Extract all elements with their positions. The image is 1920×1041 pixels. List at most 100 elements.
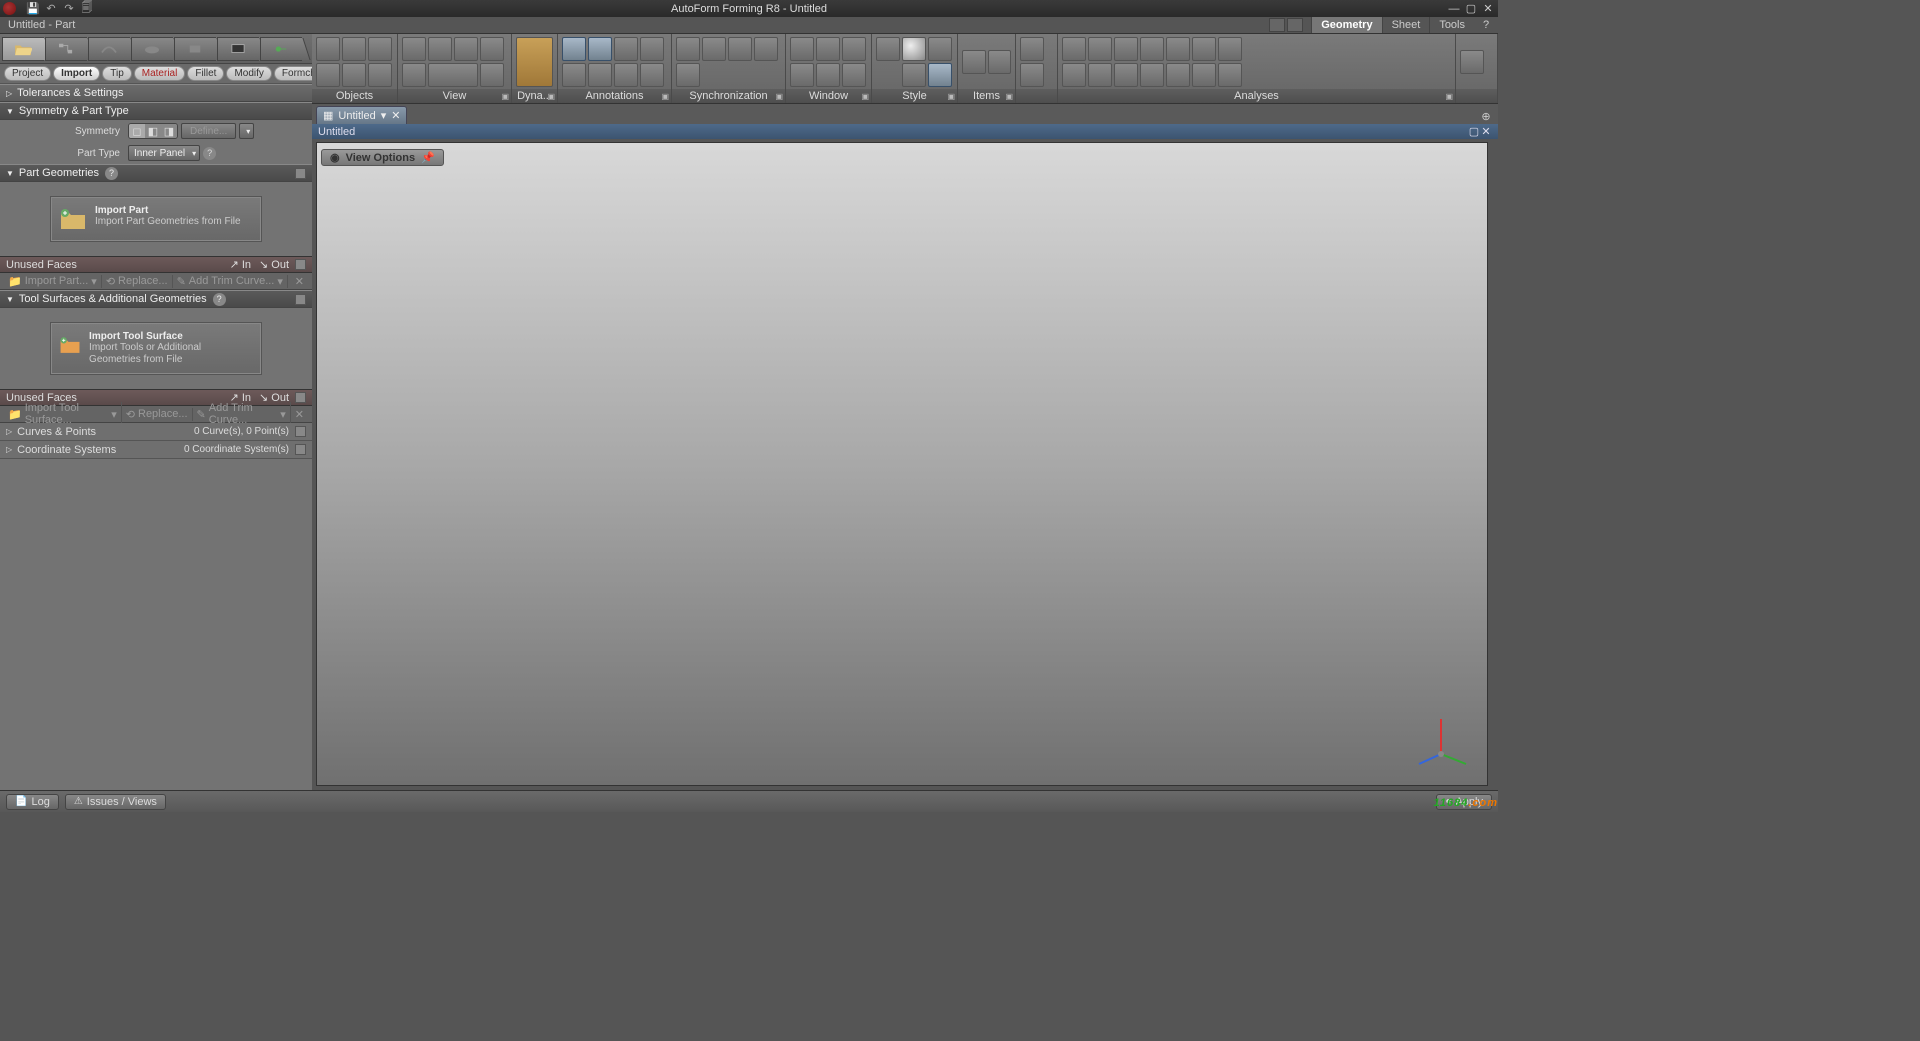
annot-f-icon[interactable] — [588, 63, 612, 87]
symmetry-dropdown[interactable] — [239, 123, 254, 139]
section-tool-surfaces[interactable]: ▼ Tool Surfaces & Additional Geometries … — [0, 290, 312, 308]
annot-d-icon[interactable] — [640, 37, 664, 61]
expand-icon[interactable]: ▣ — [1445, 92, 1453, 101]
define-button[interactable]: Define... — [181, 123, 236, 139]
viewport-close-icon[interactable]: ✕ — [1480, 125, 1492, 138]
3d-viewport[interactable]: ◉ View Options 📌 — [316, 142, 1488, 786]
style-f-icon[interactable] — [928, 63, 952, 87]
last-a-icon[interactable] — [1460, 50, 1484, 74]
annot-pointer-icon[interactable] — [562, 37, 586, 61]
minimize-button[interactable]: — — [1447, 2, 1461, 16]
obj-a-icon[interactable] — [316, 63, 340, 87]
in-button[interactable]: ↗ In — [230, 258, 251, 271]
view-c-icon[interactable] — [480, 63, 504, 87]
stage-flow-button[interactable] — [45, 37, 87, 61]
help-icon[interactable]: ? — [105, 167, 118, 180]
expand-icon[interactable]: ▣ — [1005, 92, 1013, 101]
out-button[interactable]: ↘ Out — [259, 258, 289, 271]
visibility-toggle[interactable] — [295, 392, 306, 403]
items-a-icon[interactable] — [962, 50, 986, 74]
expand-icon[interactable]: ▣ — [501, 92, 509, 101]
parttype-select[interactable]: Inner Panel — [128, 145, 200, 161]
replace-menu[interactable]: ⟲ Replace... — [102, 275, 173, 288]
visibility-toggle[interactable] — [295, 168, 306, 179]
tab-geometry[interactable]: Geometry — [1311, 17, 1381, 33]
import-part-menu[interactable]: 📁 Import Part... ▾ — [4, 275, 102, 288]
visibility-toggle[interactable] — [295, 444, 306, 455]
expand-icon[interactable]: ▣ — [861, 92, 869, 101]
layout-toggle-1-icon[interactable] — [1269, 18, 1285, 32]
import-tool-card[interactable]: Import Tool Surface Import Tools or Addi… — [50, 322, 262, 375]
close-tab-icon[interactable]: ✕ — [391, 109, 400, 122]
tab-tools[interactable]: Tools — [1429, 17, 1474, 33]
symmetry-toggle[interactable]: ◻◧◨ — [128, 123, 178, 139]
pill-project[interactable]: Project — [4, 66, 51, 81]
annot-h-icon[interactable] — [640, 63, 664, 87]
pill-formchk[interactable]: Formchk — [274, 66, 312, 81]
ana-3-icon[interactable] — [1114, 37, 1138, 61]
stage-run-button[interactable] — [260, 37, 302, 61]
tab-sheet[interactable]: Sheet — [1382, 17, 1430, 33]
sync-e-icon[interactable] — [676, 63, 700, 87]
ana-6-icon[interactable] — [1192, 37, 1216, 61]
dropdown-icon[interactable]: ▾ — [381, 109, 387, 122]
pill-tip[interactable]: Tip — [102, 66, 132, 81]
sync-d-icon[interactable] — [754, 37, 778, 61]
view-pan-icon[interactable] — [454, 37, 478, 61]
style-shade-icon[interactable] — [902, 37, 926, 61]
visibility-toggle[interactable] — [295, 426, 306, 437]
win-f-icon[interactable] — [842, 63, 866, 87]
stage-screen-button[interactable] — [217, 37, 259, 61]
delete-button[interactable]: ✕ — [291, 408, 308, 421]
win-e-icon[interactable] — [816, 63, 840, 87]
win-d-icon[interactable] — [790, 63, 814, 87]
ana-4-icon[interactable] — [1140, 37, 1164, 61]
help-icon[interactable]: ? — [203, 147, 216, 160]
annot-c-icon[interactable] — [614, 37, 638, 61]
maximize-button[interactable]: ▢ — [1464, 2, 1478, 16]
section-curves[interactable]: ▷ Curves & Points 0 Curve(s), 0 Point(s) — [0, 423, 312, 441]
document-tab[interactable]: ▦ Untitled ▾ ✕ — [316, 106, 407, 124]
sync-a-icon[interactable] — [676, 37, 700, 61]
ana-1-icon[interactable] — [1062, 37, 1086, 61]
misc-b-icon[interactable] — [1020, 63, 1044, 87]
obj-book-icon[interactable] — [368, 37, 392, 61]
items-b-icon[interactable] — [988, 50, 1012, 74]
view-fit-icon[interactable] — [402, 37, 426, 61]
delete-button[interactable]: ✕ — [291, 275, 308, 288]
expand-icon[interactable]: ▣ — [547, 92, 555, 101]
add-trim-menu[interactable]: ✎ Add Trim Curve... ▾ — [173, 275, 288, 288]
style-e-icon[interactable] — [902, 63, 926, 87]
annot-g-icon[interactable] — [614, 63, 638, 87]
style-wire-icon[interactable] — [928, 37, 952, 61]
obj-b-icon[interactable] — [342, 63, 366, 87]
ana-10-icon[interactable] — [1114, 63, 1138, 87]
style-a-icon[interactable] — [876, 37, 900, 61]
dyna-section-icon[interactable] — [516, 37, 553, 87]
win-c-icon[interactable] — [842, 37, 866, 61]
pill-import[interactable]: Import — [53, 66, 100, 81]
close-button[interactable]: ✕ — [1481, 2, 1495, 16]
viewport-maximize-icon[interactable]: ▢ — [1468, 125, 1480, 138]
import-part-card[interactable]: Import Part Import Part Geometries from … — [50, 196, 262, 242]
stage-form-button[interactable] — [174, 37, 216, 61]
sync-c-icon[interactable] — [728, 37, 752, 61]
help-icon[interactable]: ? — [213, 293, 226, 306]
annot-e-icon[interactable] — [562, 63, 586, 87]
view-options-button[interactable]: ◉ View Options 📌 — [321, 149, 444, 166]
ana-11-icon[interactable] — [1140, 63, 1164, 87]
ana-2-icon[interactable] — [1088, 37, 1112, 61]
issues-button[interactable]: ⚠ Issues / Views — [65, 794, 166, 810]
pill-material[interactable]: Material — [134, 66, 186, 81]
stage-open-button[interactable] — [2, 37, 44, 61]
misc-a-icon[interactable] — [1020, 37, 1044, 61]
pill-fillet[interactable]: Fillet — [187, 66, 224, 81]
replace-menu[interactable]: ⟲ Replace... — [122, 408, 193, 421]
annot-measure-icon[interactable] — [588, 37, 612, 61]
section-part-geometries[interactable]: ▼ Part Geometries ? — [0, 164, 312, 182]
stage-draw-button[interactable] — [88, 37, 130, 61]
redo-icon[interactable]: ↷ — [62, 2, 76, 16]
visibility-toggle[interactable] — [295, 259, 306, 270]
ana-9-icon[interactable] — [1088, 63, 1112, 87]
win-a-icon[interactable] — [790, 37, 814, 61]
